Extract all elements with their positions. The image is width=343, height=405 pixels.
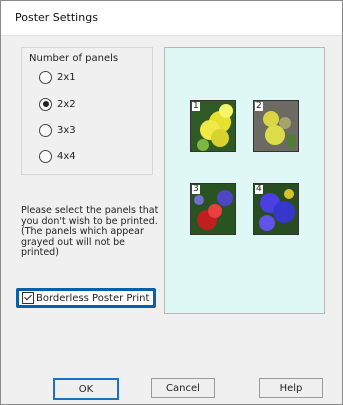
radio-2x1[interactable]: [39, 70, 52, 84]
panel-tile-3-number: 3: [192, 184, 200, 194]
radio-3x3-row[interactable]: 3x3: [39, 122, 76, 138]
radio-2x2-row[interactable]: 2x2: [39, 96, 76, 112]
radio-3x3-label: 3x3: [57, 124, 76, 136]
radio-3x3[interactable]: [39, 123, 52, 137]
radio-2x1-row[interactable]: 2x1: [39, 69, 76, 85]
borderless-poster-print-checkbox[interactable]: [22, 292, 34, 304]
borderless-poster-print-label: Borderless Poster Print: [36, 292, 150, 304]
panel-tile-4[interactable]: 4: [253, 183, 299, 235]
radio-4x4-label: 4x4: [57, 150, 76, 162]
panel-selection-hint: Please select the panels that you don't …: [21, 205, 159, 258]
radio-2x2[interactable]: [39, 97, 52, 111]
radio-2x1-label: 2x1: [57, 71, 76, 83]
panel-tile-3[interactable]: 3: [190, 183, 236, 235]
number-of-panels-label: Number of panels: [29, 53, 119, 64]
panel-tile-2-number: 2: [255, 101, 263, 111]
radio-2x2-label: 2x2: [57, 98, 76, 110]
cancel-button[interactable]: Cancel: [151, 378, 215, 398]
dialog-title: Poster Settings: [15, 11, 98, 24]
borderless-poster-print-row[interactable]: Borderless Poster Print: [22, 291, 149, 305]
radio-4x4-row[interactable]: 4x4: [39, 148, 76, 164]
radio-4x4[interactable]: [39, 149, 52, 163]
poster-settings-dialog: Poster Settings Number of panels 2x1 2x2…: [0, 0, 343, 405]
poster-preview: 1 2 3 4: [164, 47, 325, 314]
title-bar: Poster Settings: [1, 1, 342, 36]
ok-button[interactable]: OK: [53, 378, 119, 400]
help-button[interactable]: Help: [259, 378, 323, 398]
panel-tile-1[interactable]: 1: [190, 100, 236, 152]
panel-tile-4-number: 4: [255, 184, 263, 194]
panel-tile-2[interactable]: 2: [253, 100, 299, 152]
panel-tile-1-number: 1: [192, 101, 200, 111]
